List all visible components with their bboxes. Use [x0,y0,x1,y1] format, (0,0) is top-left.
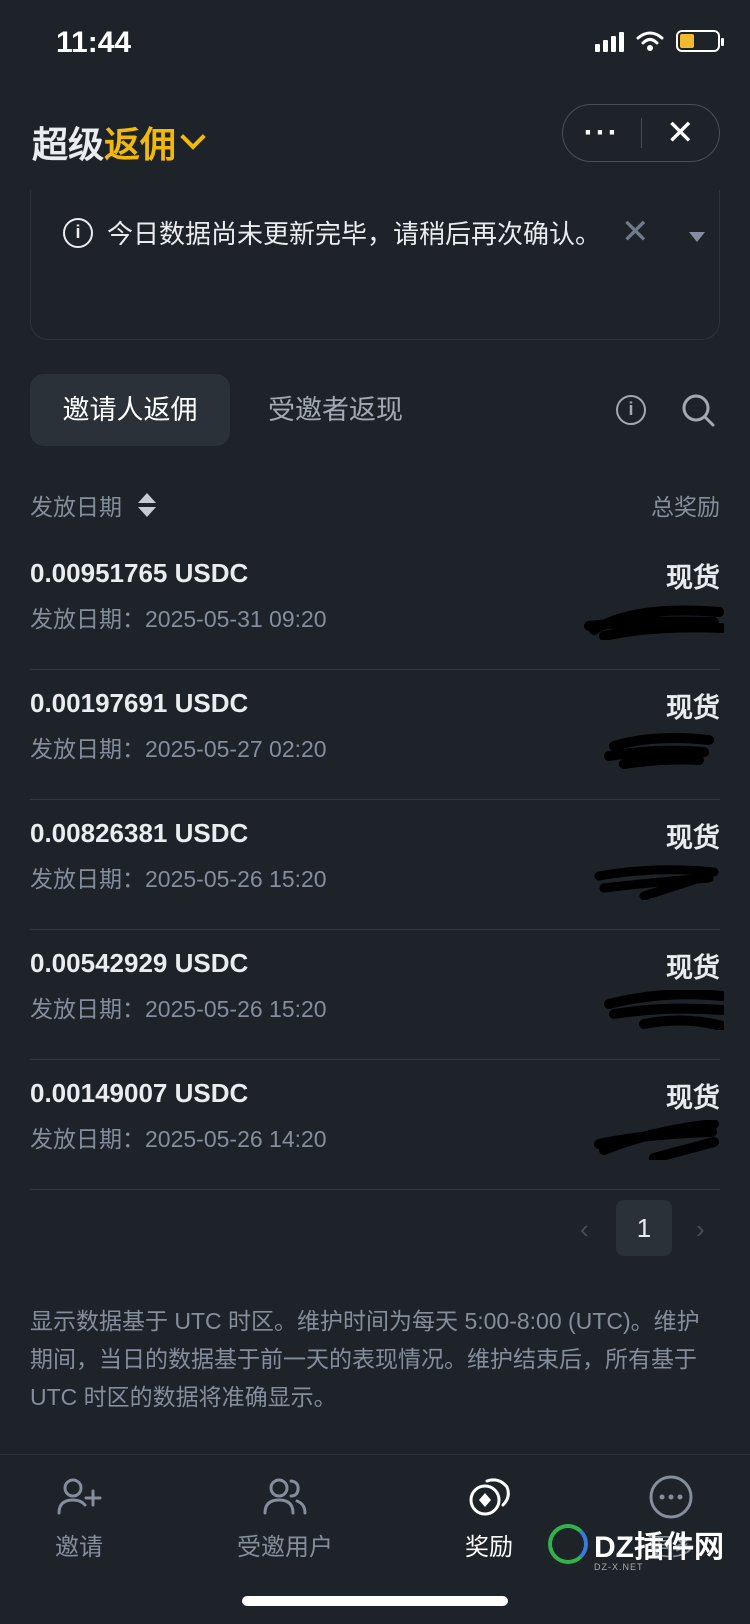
tab-referrer-rebate[interactable]: 邀请人返佣 [30,374,230,446]
reward-list: 0.00951765 USDC 发放日期：2025-05-31 09:20 现货… [30,540,724,1190]
nav-item-rewards[interactable]: 奖励 [414,1473,564,1562]
nav-item-invite[interactable]: 邀请 [4,1473,154,1562]
list-item[interactable]: 0.00149007 USDC 发放日期：2025-05-26 14:20 现货 [30,1060,720,1190]
wifi-icon [636,31,664,51]
reward-type: 现货 [666,1083,720,1113]
more-menu-button[interactable]: ··· [563,118,641,148]
total-column-label: 总奖励 [651,494,720,520]
notice-text: 今日数据尚未更新完毕，请稍后再次确认。 [107,219,602,249]
reward-type: 现货 [666,953,720,983]
reward-date: 发放日期：2025-05-31 09:20 [30,606,327,632]
reward-amount: 0.00826381 USDC [30,818,249,848]
reward-date: 发放日期：2025-05-27 02:20 [30,736,327,762]
pagination: ‹ 1 › [560,1200,720,1256]
watermark-subtext: DZ-X.NET [594,1562,644,1572]
list-item[interactable]: 0.00542929 USDC 发放日期：2025-05-26 15:20 现货 [30,930,724,1060]
home-indicator [242,1596,508,1606]
prev-page-button[interactable]: ‹ [580,1214,589,1245]
nav-label: 奖励 [465,1534,513,1561]
redaction-scribble [604,990,724,1030]
sort-icon [138,493,156,517]
battery-icon [676,30,724,52]
tabs: 邀请人返佣 受邀者返现 i [30,374,720,446]
redaction-scribble [594,865,719,900]
reward-type: 现货 [666,563,720,593]
reward-date: 发放日期：2025-05-26 14:20 [30,1126,327,1152]
mini-program-capsule: ··· ✕ [562,104,720,162]
notice-dismiss-button[interactable]: ✕ [621,212,650,252]
more-icon [649,1475,693,1519]
reward-type: 现货 [666,693,720,723]
redaction-scribble [604,733,714,769]
users-icon [263,1478,307,1515]
notice-banner: i 今日数据尚未更新完毕，请稍后再次确认。 ✕ [30,190,720,340]
status-bar: 11:44 [0,0,750,92]
chevron-down-icon [180,124,206,150]
caret-down-icon[interactable] [689,232,705,242]
next-page-button[interactable]: › [696,1214,705,1245]
reward-type: 现货 [666,823,720,853]
redaction-scribble [584,605,724,640]
header: 超级 返佣 ··· ✕ [0,100,750,180]
status-icons [595,30,724,52]
reward-amount: 0.00542929 USDC [30,948,249,978]
page-title-accent: 返佣 [104,124,177,165]
reward-amount: 0.00197691 USDC [30,688,249,718]
page-button-current[interactable]: 1 [616,1200,672,1256]
tab-invitee-cashback[interactable]: 受邀者返现 [268,374,403,446]
info-icon: i [63,218,93,248]
list-item[interactable]: 0.00197691 USDC 发放日期：2025-05-27 02:20 现货 [30,670,720,800]
reward-date: 发放日期：2025-05-26 15:20 [30,866,327,892]
list-header: 发放日期 总奖励 [30,484,720,520]
nav-label: 受邀用户 [237,1534,333,1561]
reward-date: 发放日期：2025-05-26 15:20 [30,996,327,1022]
signal-icon [595,30,624,52]
watermark-logo [548,1524,588,1564]
watermark-text: DZ插件网 [594,1531,724,1564]
reward-amount: 0.00149007 USDC [30,1078,249,1108]
sort-by-date-button[interactable]: 发放日期 [30,488,156,522]
redaction-scribble [594,1120,719,1160]
info-icon[interactable]: i [616,395,646,425]
rewards-icon [469,1478,510,1516]
search-icon[interactable] [680,392,716,428]
close-button[interactable]: ✕ [642,113,720,153]
reward-amount: 0.00951765 USDC [30,558,249,588]
site-watermark: DZ插件网 DZ-X.NET [548,1522,724,1572]
add-user-icon [57,1478,102,1515]
timezone-footnote: 显示数据基于 UTC 时区。维护时间为每天 5:00-8:00 (UTC)。维护… [30,1308,700,1410]
status-time: 11:44 [56,26,132,59]
date-column-label: 发放日期 [30,494,122,520]
nav-item-invited-users[interactable]: 受邀用户 [210,1473,360,1562]
list-item[interactable]: 0.00826381 USDC 发放日期：2025-05-26 15:20 现货 [30,800,720,930]
page-title-dropdown[interactable]: 超级 返佣 [32,116,206,168]
list-item[interactable]: 0.00951765 USDC 发放日期：2025-05-31 09:20 现货 [30,540,724,670]
nav-label: 邀请 [55,1534,103,1561]
page-title-main: 超级 [32,124,105,165]
